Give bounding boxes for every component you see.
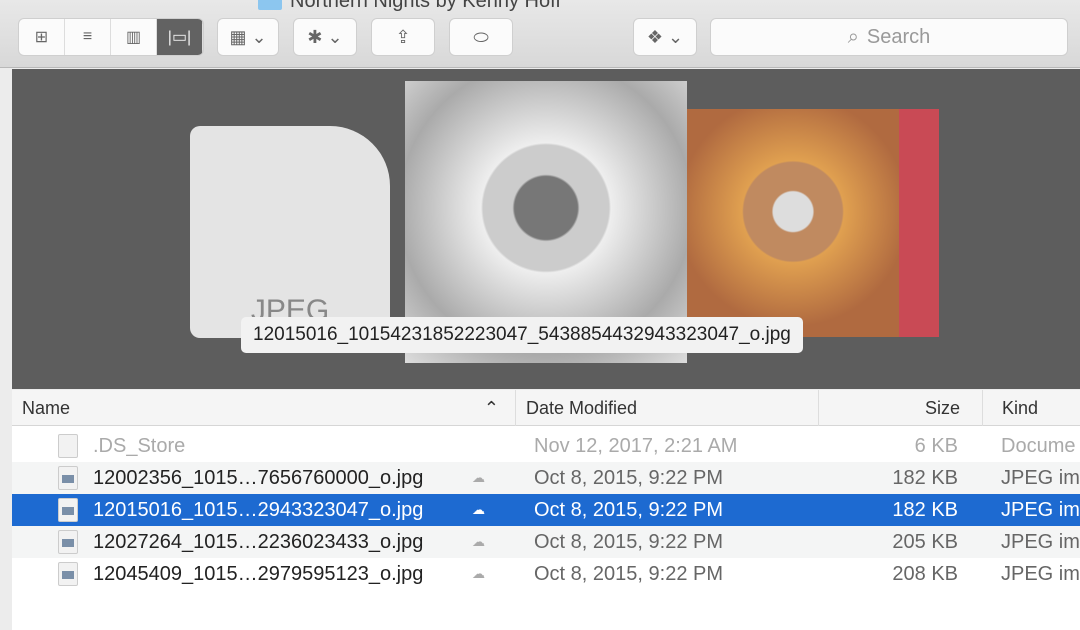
- view-switcher: ⊞ ≡ ▥ |▭|: [18, 18, 204, 56]
- file-row[interactable]: 12002356_1015…7656760000_o.jpg ☁ Oct 8, 20…: [12, 462, 1080, 494]
- coverflow-area[interactable]: JPEG 12015016_10154231852223047_54388544…: [12, 69, 1080, 389]
- file-row-selected[interactable]: 12015016_1015…2943323047_o.jpg ☁ Oct 8, 20…: [12, 494, 1080, 526]
- cloud-icon: ☁: [472, 470, 485, 485]
- column-size-header[interactable]: Size: [818, 390, 982, 426]
- coverflow-view-button[interactable]: |▭|: [157, 19, 203, 55]
- photo-thumbnail[interactable]: [899, 109, 939, 337]
- arrange-button[interactable]: ▦ ⌄: [217, 18, 279, 56]
- window-title: Northern Nights by Kenny Hoff: [258, 0, 561, 13]
- jpeg-file-icon: [58, 530, 78, 554]
- sort-ascending-icon: ⌃: [483, 397, 499, 418]
- cloud-icon: ☁: [472, 534, 485, 549]
- column-view-button[interactable]: ▥: [111, 19, 157, 55]
- tags-button[interactable]: ⬭: [449, 18, 513, 56]
- toolbar: Northern Nights by Kenny Hoff ⊞ ≡ ▥ |▭| …: [0, 0, 1080, 68]
- file-icon: [58, 434, 78, 458]
- jpeg-file-icon: [58, 562, 78, 586]
- action-gear-button[interactable]: ✱ ⌄: [293, 18, 357, 56]
- cloud-icon: ☁: [472, 502, 485, 517]
- file-row[interactable]: 12045409_1015…2979595123_o.jpg ☁ Oct 8, 20…: [12, 558, 1080, 590]
- list-header: Name ⌃ Date Modified Size Kind: [12, 390, 1080, 426]
- dropbox-button[interactable]: ❖ ⌄: [633, 18, 697, 56]
- icon-view-button[interactable]: ⊞: [19, 19, 65, 55]
- column-name-header[interactable]: Name ⌃: [12, 390, 515, 426]
- jpeg-file-icon: [58, 466, 78, 490]
- search-icon: ⌕: [847, 25, 859, 48]
- list-view-button[interactable]: ≡: [65, 19, 111, 55]
- cloud-icon: ☁: [472, 566, 485, 581]
- folder-icon: [258, 0, 282, 10]
- file-list: Name ⌃ Date Modified Size Kind .DS_Store N…: [12, 390, 1080, 630]
- search-placeholder: Search: [866, 25, 931, 48]
- column-date-header[interactable]: Date Modified: [515, 390, 818, 426]
- search-field[interactable]: ⌕ Search: [710, 18, 1068, 56]
- file-row[interactable]: 12027264_1015…2236023433_o.jpg ☁ Oct 8, 20…: [12, 526, 1080, 558]
- column-kind-header[interactable]: Kind: [982, 390, 1080, 426]
- file-row[interactable]: .DS_Store Nov 12, 2017, 2:21 AM 6 KB Docume: [12, 430, 1080, 462]
- jpeg-document-icon[interactable]: JPEG: [190, 126, 390, 338]
- coverflow-caption: 12015016_10154231852223047_5438854432943…: [241, 317, 803, 353]
- jpeg-file-icon: [58, 498, 78, 522]
- share-button[interactable]: ⇪: [371, 18, 435, 56]
- photo-thumbnail[interactable]: [687, 109, 899, 337]
